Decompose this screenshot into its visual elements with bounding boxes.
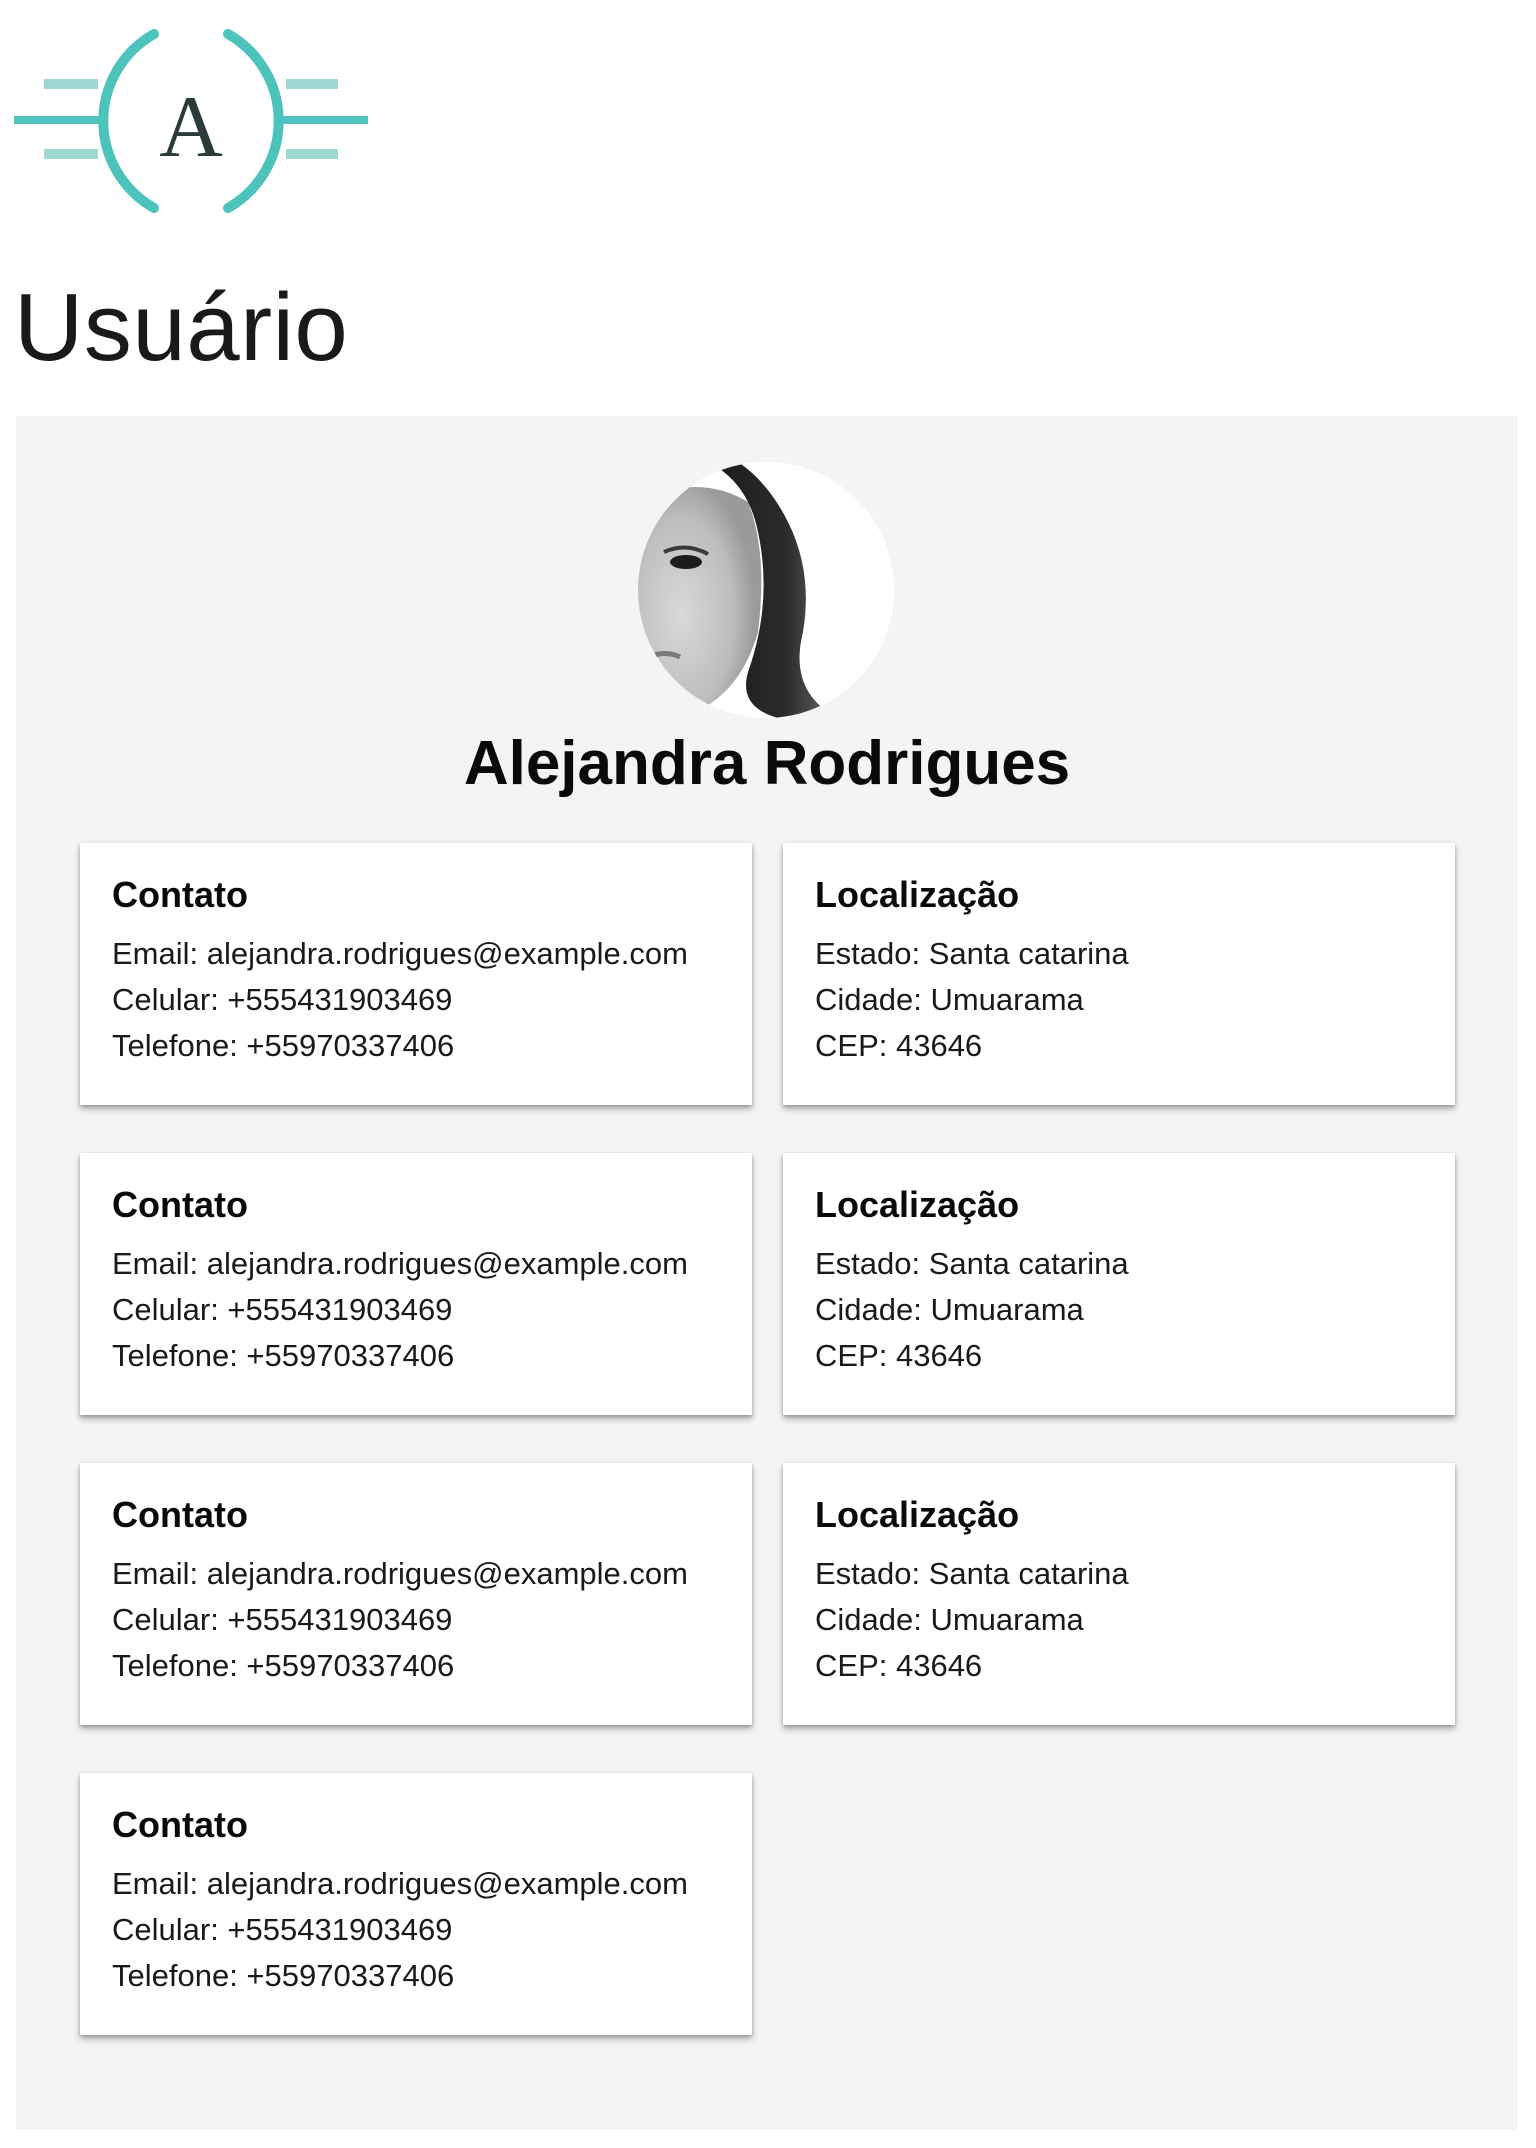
contact-email: Email: alejandra.rodrigues@example.com bbox=[112, 1556, 688, 1591]
card-title: Localização bbox=[815, 1494, 1020, 1535]
card-title: Localização bbox=[815, 1184, 1020, 1225]
contact-card: Contato Email: alejandra.rodrigues@examp… bbox=[80, 1153, 752, 1415]
contact-phone: Telefone: +55970337406 bbox=[112, 1648, 455, 1683]
contact-card: Contato Email: alejandra.rodrigues@examp… bbox=[80, 1773, 752, 2035]
location-city: Cidade: Umuarama bbox=[815, 982, 1084, 1017]
location-zip: CEP: 43646 bbox=[815, 1028, 983, 1063]
location-city: Cidade: Umuarama bbox=[815, 1602, 1084, 1637]
user-profile-panel: Alejandra Rodrigues Contato Email: aleja… bbox=[16, 416, 1518, 2130]
brand-logo: A bbox=[14, 26, 368, 218]
card-title: Contato bbox=[112, 1804, 248, 1845]
logo-letter: A bbox=[159, 79, 223, 176]
location-zip: CEP: 43646 bbox=[815, 1338, 983, 1373]
location-zip: CEP: 43646 bbox=[815, 1648, 983, 1683]
contact-email: Email: alejandra.rodrigues@example.com bbox=[112, 1866, 688, 1901]
card-title: Contato bbox=[112, 874, 248, 915]
contact-phone: Telefone: +55970337406 bbox=[112, 1028, 455, 1063]
contact-mobile: Celular: +555431903469 bbox=[112, 1602, 453, 1637]
location-state: Estado: Santa catarina bbox=[815, 1246, 1129, 1281]
location-state: Estado: Santa catarina bbox=[815, 1556, 1129, 1591]
contact-card: Contato Email: alejandra.rodrigues@examp… bbox=[80, 843, 752, 1105]
location-card: Localização Estado: Santa catarina Cidad… bbox=[783, 1153, 1455, 1415]
location-card: Localização Estado: Santa catarina Cidad… bbox=[783, 1463, 1455, 1725]
location-state: Estado: Santa catarina bbox=[815, 936, 1129, 971]
profile-name: Alejandra Rodrigues bbox=[463, 729, 1071, 798]
card-title: Localização bbox=[815, 874, 1020, 915]
contact-phone: Telefone: +55970337406 bbox=[112, 1338, 455, 1373]
contact-card: Contato Email: alejandra.rodrigues@examp… bbox=[80, 1463, 752, 1725]
avatar bbox=[638, 462, 894, 718]
page-title: Usuário bbox=[14, 274, 349, 381]
contact-mobile: Celular: +555431903469 bbox=[112, 982, 453, 1017]
contact-email: Email: alejandra.rodrigues@example.com bbox=[112, 1246, 688, 1281]
contact-phone: Telefone: +55970337406 bbox=[112, 1958, 455, 1993]
contact-mobile: Celular: +555431903469 bbox=[112, 1912, 453, 1947]
contact-email: Email: alejandra.rodrigues@example.com bbox=[112, 936, 688, 971]
contact-mobile: Celular: +555431903469 bbox=[112, 1292, 453, 1327]
card-title: Contato bbox=[112, 1494, 248, 1535]
card-title: Contato bbox=[112, 1184, 248, 1225]
location-city: Cidade: Umuarama bbox=[815, 1292, 1084, 1327]
location-card: Localização Estado: Santa catarina Cidad… bbox=[783, 843, 1455, 1105]
